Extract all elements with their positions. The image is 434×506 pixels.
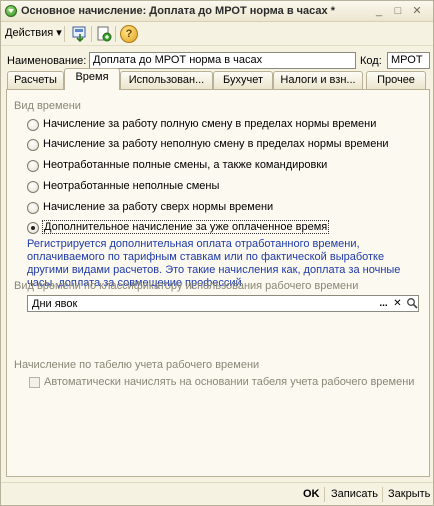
radio-button[interactable] (27, 222, 39, 234)
auto-accrual-label: Автоматически начислять на основании таб… (44, 376, 415, 388)
classifier-value: Дни явок (32, 298, 78, 310)
radio-button[interactable] (27, 119, 39, 131)
help-icon[interactable]: ? (120, 25, 138, 43)
radio-label: Начисление за работу полную смену в пред… (43, 118, 377, 130)
actions-menu[interactable]: Действия ▾ (5, 26, 62, 42)
code-label: Код: (360, 55, 382, 67)
radio-label: Дополнительное начисление за уже оплачен… (41, 220, 330, 234)
search-icon[interactable] (405, 297, 418, 310)
classifier-input[interactable]: Дни явок ... ✕ (27, 295, 419, 312)
tab-time[interactable]: Время (64, 68, 120, 90)
button-divider (382, 487, 383, 502)
select-button[interactable]: ... (377, 297, 390, 310)
radio-label: Неотработанные полные смены, а также ком… (43, 159, 328, 171)
tab-taxes[interactable]: Налоги и взн... (273, 71, 363, 89)
new-from-template-icon[interactable] (95, 25, 113, 43)
toolbar-divider (115, 26, 116, 42)
classifier-heading: Вид времени по классификатору использова… (14, 280, 359, 292)
radio-label: Начисление за работу неполную смену в пр… (43, 138, 389, 150)
tab-other[interactable]: Прочее (366, 71, 426, 89)
toolbar: Действия ▾ ? (1, 22, 433, 46)
tab-usage[interactable]: Использован... (120, 71, 213, 89)
save-and-post-icon[interactable] (71, 25, 89, 43)
maximize-icon[interactable]: □ (390, 4, 406, 18)
auto-accrual-checkbox[interactable] (29, 377, 40, 388)
title-bar[interactable]: Основное начисление: Доплата до МРОТ нор… (1, 1, 433, 22)
clear-icon[interactable]: ✕ (391, 297, 404, 310)
time-type-heading: Вид времени (14, 100, 81, 112)
radio-button[interactable] (27, 202, 39, 214)
close-icon[interactable]: ✕ (409, 4, 425, 18)
name-field[interactable]: Доплата до МРОТ норма в часах (89, 52, 356, 69)
button-divider (324, 487, 325, 502)
radio-label: Начисление за работу сверх нормы времени (43, 201, 274, 213)
radio-button[interactable] (27, 181, 39, 193)
document-window: Основное начисление: Доплата до МРОТ нор… (0, 0, 434, 506)
tab-calculations[interactable]: Расчеты (7, 71, 64, 89)
save-button[interactable]: Записать (331, 488, 378, 500)
close-button[interactable]: Закрыть (388, 488, 430, 500)
tab-accounting[interactable]: Бухучет (213, 71, 273, 89)
radio-label: Неотработанные неполные смены (43, 180, 220, 192)
window-title: Основное начисление: Доплата до МРОТ нор… (21, 5, 335, 17)
bottom-bar: OK Записать Закрыть (1, 482, 433, 505)
toolbar-divider (64, 26, 65, 42)
toolbar-divider (91, 26, 92, 42)
radio-button[interactable] (27, 160, 39, 172)
actions-label: Действия (5, 27, 54, 39)
radio-button[interactable] (27, 139, 39, 151)
ok-button[interactable]: OK (303, 488, 320, 500)
document-icon (5, 5, 17, 17)
timesheet-heading: Начисление по табелю учета рабочего врем… (14, 359, 260, 371)
minimize-icon[interactable]: _ (371, 4, 387, 18)
chevron-down-icon: ▾ (56, 27, 62, 39)
code-field[interactable]: МРОТ (387, 52, 430, 69)
name-label: Наименование: (7, 55, 87, 67)
